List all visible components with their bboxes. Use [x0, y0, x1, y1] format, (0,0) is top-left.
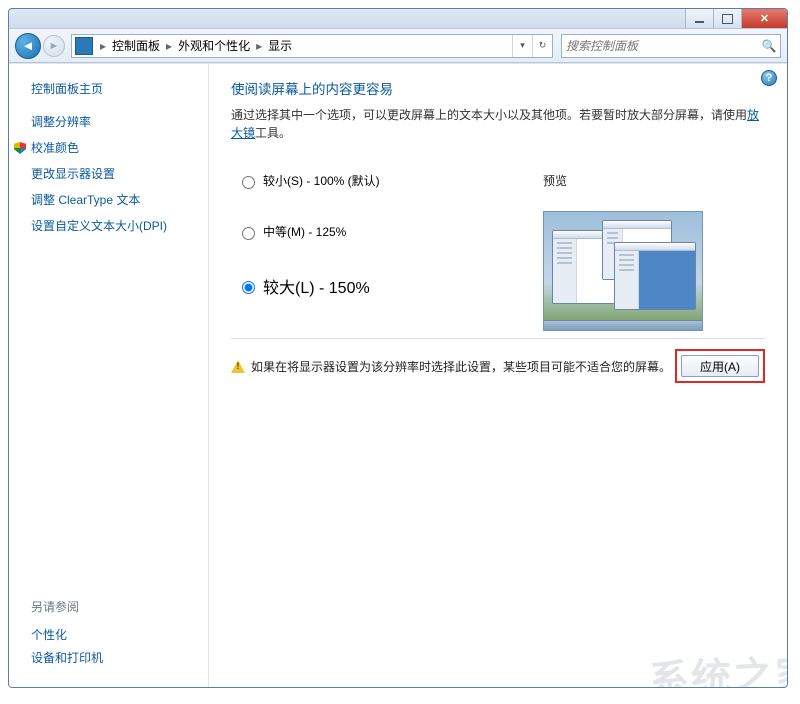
page-title: 使阅读屏幕上的内容更容易 — [231, 78, 765, 98]
sidebar-item-label: 校准颜色 — [31, 139, 79, 157]
help-icon[interactable]: ? — [761, 70, 777, 86]
search-icon[interactable]: 🔍 — [758, 39, 780, 53]
refresh-button[interactable]: ↻ — [532, 35, 552, 57]
breadcrumb-control-panel[interactable]: 控制面板 — [110, 35, 162, 56]
blank-icon — [13, 193, 27, 207]
apply-button-label: 应用(A) — [700, 358, 740, 375]
preview-image — [543, 211, 703, 331]
warning-row: 如果在将显示器设置为该分辨率时选择此设置，某些项目可能不适合您的屏幕。 应用(A… — [231, 338, 765, 383]
sidebar-home-link[interactable]: 控制面板主页 — [9, 78, 208, 109]
breadcrumb-sep: ▸ — [252, 39, 266, 53]
option-medium[interactable]: 中等(M) - 125% — [237, 223, 535, 240]
apply-button[interactable]: 应用(A) — [681, 355, 759, 377]
main-content: ? 使阅读屏幕上的内容更容易 通过选择其中一个选项，可以更改屏幕上的文本大小以及… — [209, 64, 787, 687]
sidebar-item-resolution[interactable]: 调整分辨率 — [9, 109, 208, 135]
radio-smaller[interactable] — [242, 176, 255, 189]
titlebar — [9, 9, 787, 29]
size-options: 较小(S) - 100% (默认) 中等(M) - 125% 较大(L) - 1… — [231, 172, 535, 332]
option-larger[interactable]: 较大(L) - 150% — [237, 274, 535, 298]
navbar: ◄ ► ▸ 控制面板 ▸ 外观和个性化 ▸ 显示 ▾ ↻ 🔍 — [9, 29, 787, 63]
blank-icon — [13, 167, 27, 181]
option-label: 较大(L) - 150% — [263, 274, 370, 298]
blank-icon — [13, 115, 27, 129]
maximize-button[interactable] — [713, 9, 741, 28]
sidebar-item-label: 更改显示器设置 — [31, 165, 115, 183]
breadcrumb-sep: ▸ — [96, 39, 110, 53]
minimize-button[interactable] — [685, 9, 713, 28]
nav-back-forward: ◄ ► — [15, 32, 67, 60]
warning-icon — [231, 360, 245, 373]
address-bar[interactable]: ▸ 控制面板 ▸ 外观和个性化 ▸ 显示 ▾ ↻ — [71, 34, 553, 58]
shield-icon — [13, 141, 27, 155]
sidebar-item-label: 调整 ClearType 文本 — [31, 191, 140, 209]
sidebar-item-custom-dpi[interactable]: 设置自定义文本大小(DPI) — [9, 213, 208, 239]
watermark: 系统之家 — [648, 642, 788, 688]
warning-text: 如果在将显示器设置为该分辨率时选择此设置，某些项目可能不适合您的屏幕。 — [251, 358, 671, 375]
apply-highlight: 应用(A) — [675, 349, 765, 383]
see-also-personalization[interactable]: 个性化 — [31, 623, 192, 646]
sidebar-item-display-settings[interactable]: 更改显示器设置 — [9, 161, 208, 187]
close-button[interactable] — [741, 9, 787, 28]
preview-title: 预览 — [543, 172, 765, 189]
search-box[interactable]: 🔍 — [561, 34, 781, 58]
sidebar-item-calibrate-color[interactable]: 校准颜色 — [9, 135, 208, 161]
option-smaller[interactable]: 较小(S) - 100% (默认) — [237, 172, 535, 189]
forward-button[interactable]: ► — [43, 35, 65, 57]
preview-column: 预览 — [535, 172, 765, 332]
see-also-heading: 另请参阅 — [31, 598, 192, 615]
sidebar-item-label: 设置自定义文本大小(DPI) — [31, 217, 167, 235]
sidebar-item-label: 调整分辨率 — [31, 113, 91, 131]
radio-medium[interactable] — [242, 227, 255, 240]
see-also-devices-printers[interactable]: 设备和打印机 — [31, 646, 192, 669]
search-input[interactable] — [562, 36, 758, 56]
breadcrumb-display[interactable]: 显示 — [266, 35, 294, 56]
desc-text: 通过选择其中一个选项，可以更改屏幕上的文本大小以及其他项。若要暂时放大部分屏幕，… — [231, 108, 747, 122]
radio-larger[interactable] — [242, 281, 255, 294]
sidebar: 控制面板主页 调整分辨率 校准颜色 更改显示器设置 — [9, 64, 209, 687]
blank-icon — [13, 219, 27, 233]
breadcrumb-sep: ▸ — [162, 39, 176, 53]
body: 控制面板主页 调整分辨率 校准颜色 更改显示器设置 — [9, 63, 787, 687]
breadcrumb-appearance[interactable]: 外观和个性化 — [176, 35, 252, 56]
desc-text-after: 工具。 — [255, 126, 291, 140]
page-description: 通过选择其中一个选项，可以更改屏幕上的文本大小以及其他项。若要暂时放大部分屏幕，… — [231, 106, 765, 142]
sidebar-item-cleartype[interactable]: 调整 ClearType 文本 — [9, 187, 208, 213]
option-label: 中等(M) - 125% — [263, 223, 346, 240]
option-label: 较小(S) - 100% (默认) — [263, 172, 380, 189]
back-button[interactable]: ◄ — [15, 33, 41, 59]
window: ◄ ► ▸ 控制面板 ▸ 外观和个性化 ▸ 显示 ▾ ↻ 🔍 — [8, 8, 788, 688]
control-panel-icon — [75, 37, 93, 55]
address-dropdown[interactable]: ▾ — [512, 35, 532, 57]
